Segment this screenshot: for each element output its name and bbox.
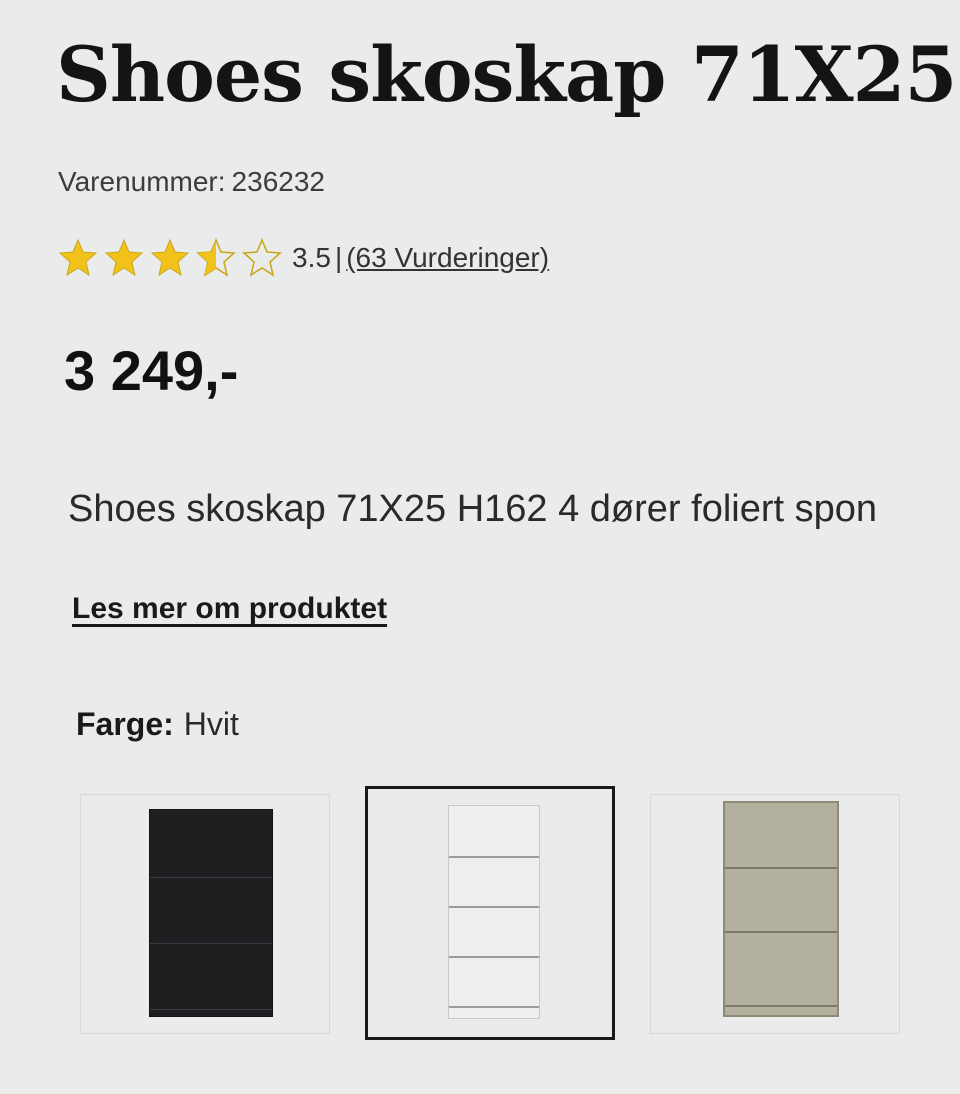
variant-oak-swatch[interactable] <box>650 794 900 1034</box>
color-variants <box>80 786 940 1046</box>
product-page: Shoes skoskap 71X25 Varenummer: 236232 3.… <box>0 0 960 1094</box>
variant-white-swatch[interactable] <box>365 786 615 1040</box>
star-icon <box>58 238 98 278</box>
star-icon <box>104 238 144 278</box>
color-row: Farge: Hvit <box>76 706 239 743</box>
price: 3 249,- <box>64 339 239 402</box>
empty-star-icon <box>242 238 282 278</box>
rating-separator: | <box>334 242 343 273</box>
sku-label: Varenummer: <box>58 166 226 197</box>
black-cabinet-image <box>149 809 273 1017</box>
read-more-link[interactable]: Les mer om produktet <box>72 592 387 626</box>
product-title: Shoes skoskap 71X25 <box>56 30 957 119</box>
variant-black-swatch[interactable] <box>80 794 330 1034</box>
rating-value: 3.5 <box>292 242 331 273</box>
half-star-icon <box>196 238 236 278</box>
color-value: Hvit <box>183 706 239 742</box>
rating-row: 3.5 | (63 Vurderinger) <box>58 238 549 278</box>
sku-row: Varenummer: 236232 <box>58 166 325 198</box>
star-icon <box>150 238 190 278</box>
white-cabinet-image <box>448 805 540 1019</box>
sku-number: 236232 <box>231 166 325 197</box>
rating-stars <box>58 238 288 278</box>
reviews-link[interactable]: (63 Vurderinger) <box>346 242 549 274</box>
color-label: Farge: <box>76 706 174 742</box>
product-description: Shoes skoskap 71X25 H162 4 dører foliert… <box>68 488 878 530</box>
oak-cabinet-image <box>723 801 839 1017</box>
